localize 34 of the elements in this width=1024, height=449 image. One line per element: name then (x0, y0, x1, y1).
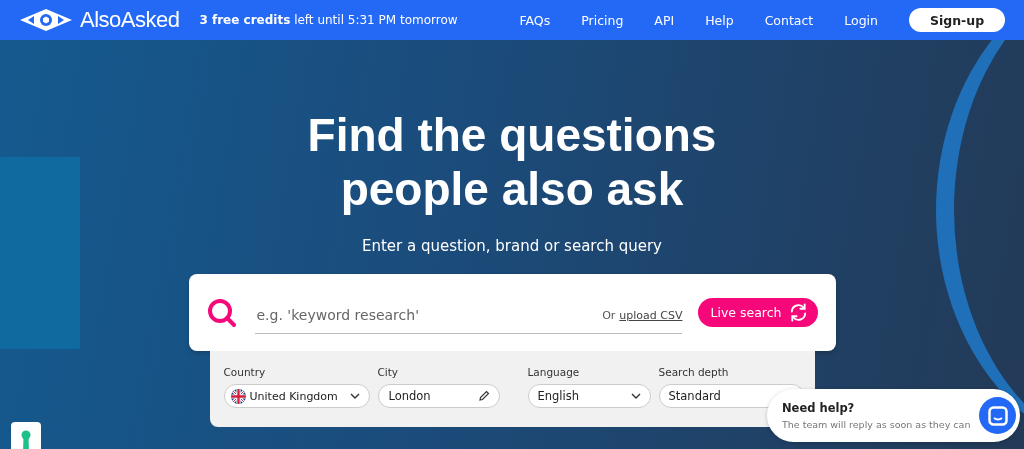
search-icon (206, 297, 237, 328)
nav-link[interactable]: Help (705, 12, 734, 28)
chat-icon (987, 405, 1008, 426)
upload-prefix: Or (602, 308, 616, 322)
filter-label: Search depth (658, 366, 730, 378)
sign-up-button[interactable]: Sign-up (909, 8, 1005, 32)
pencil-icon (477, 390, 490, 402)
flag-icon (230, 388, 246, 404)
nav-link[interactable]: Login (844, 12, 878, 28)
country-dropdown[interactable]: United Kingdom (223, 384, 370, 408)
filter-label: Country (223, 366, 267, 378)
filter-label: City (377, 366, 400, 378)
logo-text[interactable]: AlsoAsked (80, 7, 180, 33)
nav-link[interactable]: Contact (764, 12, 814, 28)
chat-popup[interactable]: Need help? The team will reply as soon as they can (767, 389, 1020, 442)
search-field[interactable]: e.g. 'keyword research' Or upload CSV (254, 297, 683, 334)
refresh-icon (788, 303, 808, 322)
chevron-icon (630, 393, 641, 399)
city-field[interactable]: London (377, 384, 500, 408)
hero-subtitle: Enter a question, brand or search query (361, 236, 663, 256)
upload-csv-link[interactable]: upload CSV (619, 308, 683, 322)
logo-icon[interactable] (20, 9, 72, 31)
live-search-button[interactable]: Live search (698, 298, 818, 327)
nav-link[interactable]: API (654, 12, 675, 28)
nav-link[interactable]: Pricing (581, 12, 624, 28)
chevron-icon (349, 393, 360, 399)
chat-message: The team will reply as soon as they can (782, 419, 971, 430)
keyhole-icon (21, 430, 31, 449)
dropdown[interactable]: English (527, 384, 651, 408)
credits-notice: 3 free credits left until 5:31 PM tomorrow (199, 13, 458, 27)
filter-label: Language (527, 366, 581, 378)
nav-link[interactable]: FAQs (519, 12, 551, 28)
chat-button[interactable] (979, 397, 1016, 434)
hero-title: Find the questions people also ask (306, 108, 718, 216)
